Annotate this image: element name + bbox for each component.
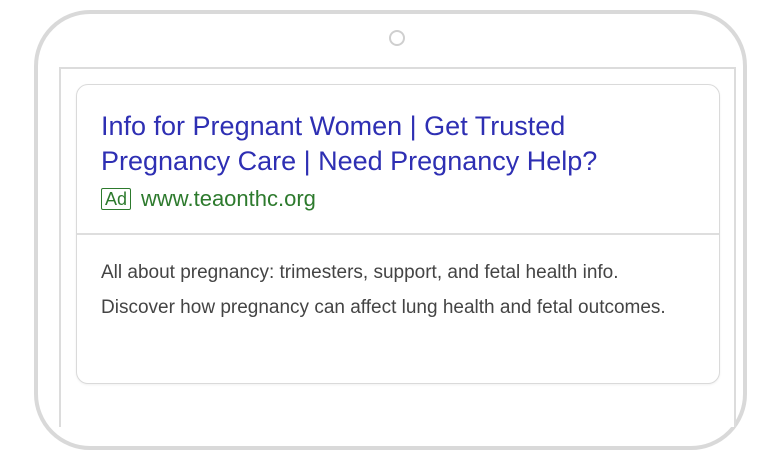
ad-description: All about pregnancy: trimesters, support… [101, 262, 666, 318]
divider [77, 233, 719, 235]
ad-headline-link[interactable]: Info for Pregnant Women | Get Trusted Pr… [101, 109, 701, 179]
ad-url-row: Ad www.teaonthc.org [101, 185, 316, 213]
ad-badge: Ad [101, 188, 132, 210]
ad-display-url[interactable]: www.teaonthc.org [141, 185, 316, 213]
camera-icon [389, 30, 405, 46]
search-ad-card: Info for Pregnant Women | Get Trusted Pr… [76, 84, 720, 384]
